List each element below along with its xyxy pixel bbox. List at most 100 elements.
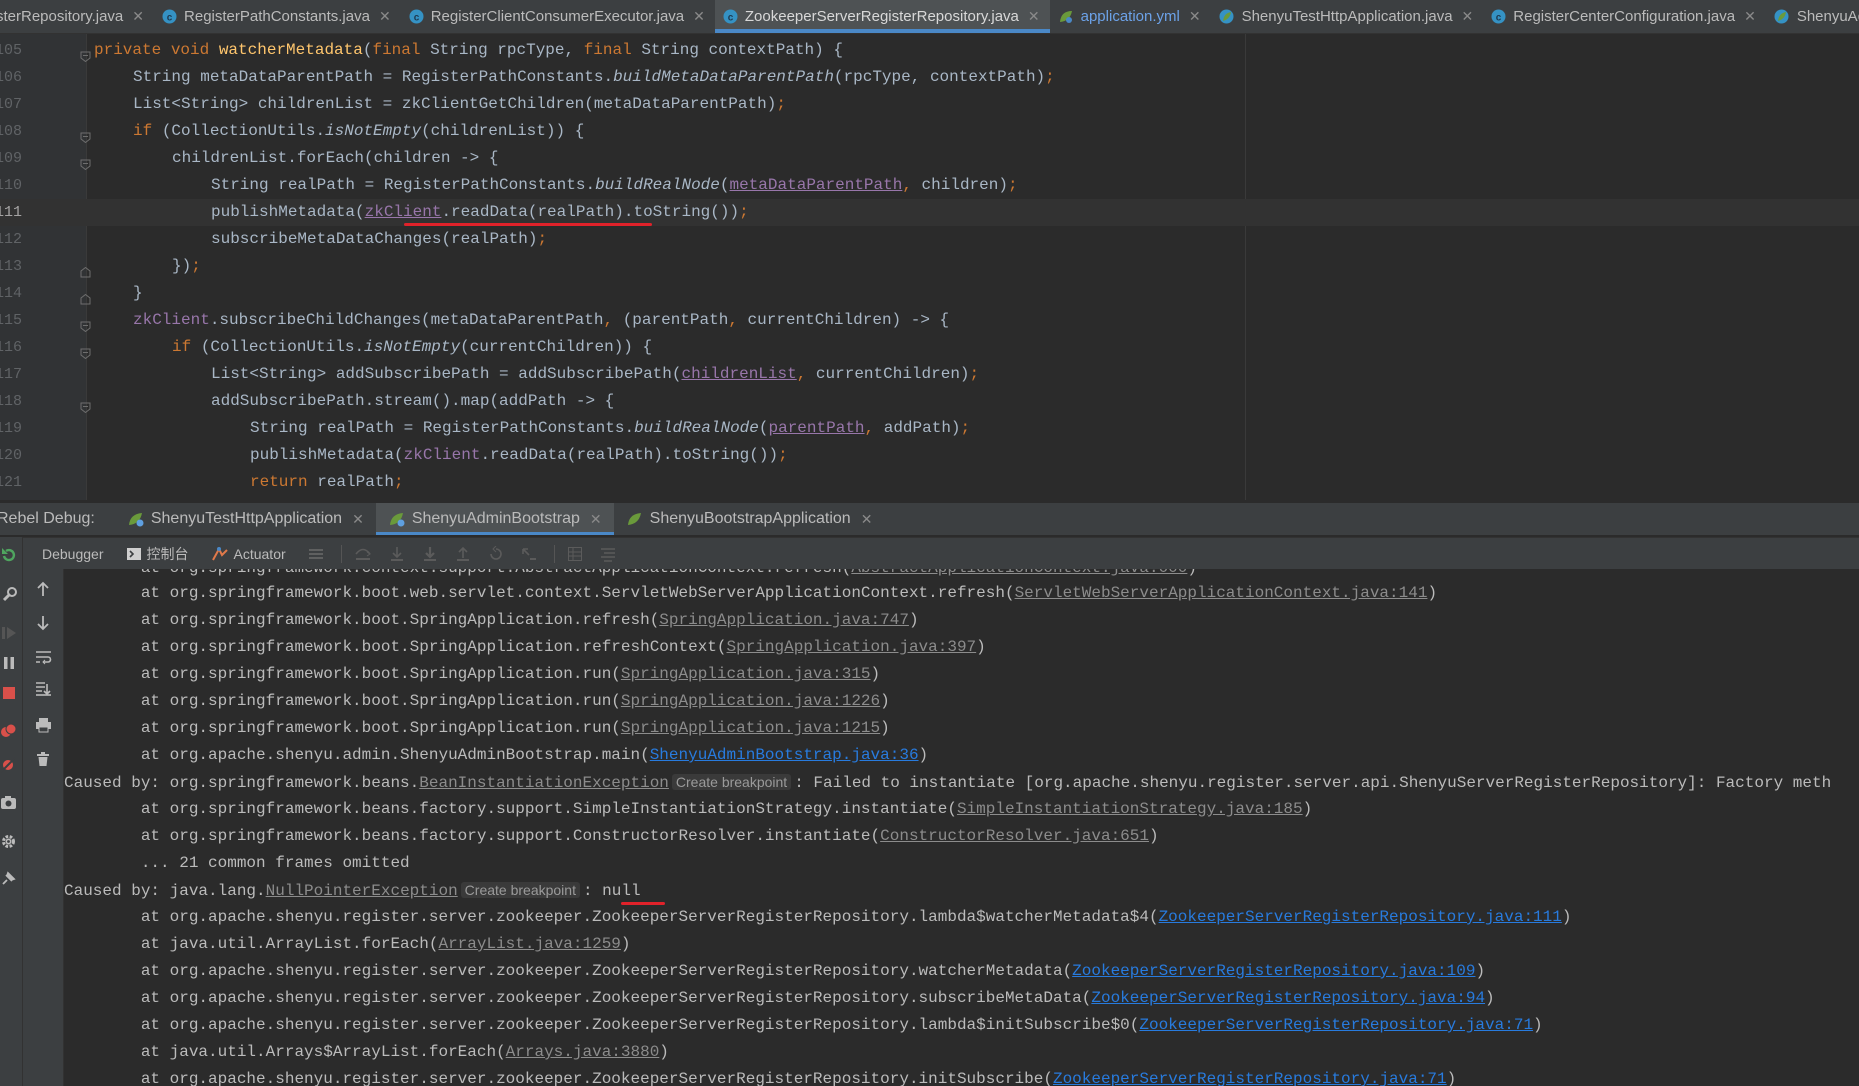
pin-icon[interactable] — [0, 871, 16, 887]
pause-icon[interactable] — [1, 655, 17, 671]
evaluate-expression-icon[interactable] — [567, 546, 583, 562]
rerun-icon[interactable] — [1, 547, 17, 563]
step-out-icon[interactable] — [455, 546, 471, 562]
editor-tab[interactable]: c RegisterPathConstants.java ✕ — [154, 0, 401, 33]
fold-icon[interactable] — [80, 261, 91, 278]
create-breakpoint-button[interactable]: Create breakpoint — [460, 882, 580, 898]
code-line[interactable]: 105 private void watcherMetadata(final S… — [0, 37, 1859, 64]
close-icon[interactable]: ✕ — [861, 511, 873, 528]
menu-icon[interactable] — [308, 547, 324, 561]
code-line[interactable]: 109 childrenList.forEach(children -> { — [0, 145, 1859, 172]
run-to-cursor-icon[interactable] — [521, 546, 537, 562]
close-icon[interactable]: ✕ — [1744, 8, 1756, 25]
code-line[interactable]: 116 if (CollectionUtils.isNotEmpty(curre… — [0, 334, 1859, 361]
editor-tab[interactable]: ShenyuTestHttpApplication.java ✕ — [1211, 0, 1484, 33]
close-icon[interactable]: ✕ — [590, 511, 602, 528]
soft-wrap-icon[interactable] — [35, 649, 52, 665]
source-link[interactable]: ZookeeperServerRegisterRepository.java:9… — [1091, 989, 1485, 1007]
run-config-tab[interactable]: ShenyuTestHttpApplication ✕ — [115, 503, 376, 535]
source-link[interactable]: ConstructorResolver.java:651 — [880, 827, 1149, 845]
wrench-icon[interactable] — [1, 587, 17, 603]
debugger-tab[interactable]: Debugger — [42, 546, 104, 562]
line-number: 107 — [0, 96, 22, 113]
camera-icon[interactable] — [0, 795, 17, 810]
fold-icon[interactable] — [80, 315, 91, 333]
resume-icon[interactable] — [1, 625, 17, 641]
source-link[interactable]: ZookeeperServerRegisterRepository.java:7… — [1053, 1070, 1447, 1086]
source-link[interactable]: ZookeeperServerRegisterRepository.java:7… — [1139, 1016, 1533, 1034]
settings-icon[interactable] — [0, 833, 17, 850]
source-link[interactable]: Arrays.java:3880 — [506, 1043, 660, 1061]
code-line[interactable]: 121 return realPath; — [0, 469, 1859, 496]
drop-frame-icon[interactable] — [488, 545, 504, 562]
code-line[interactable]: 110 String realPath = RegisterPathConsta… — [0, 172, 1859, 199]
source-link[interactable]: SpringApplication.java:747 — [659, 611, 909, 629]
line-number: 110 — [0, 177, 22, 194]
source-link[interactable]: SpringApplication.java:1215 — [621, 719, 880, 737]
editor-tab[interactable]: sterRepository.java ✕ — [0, 0, 154, 33]
source-link[interactable]: SpringApplication.java:397 — [727, 638, 977, 656]
close-icon[interactable]: ✕ — [352, 511, 364, 528]
source-link[interactable]: ShenyuAdminBootstrap.java:36 — [650, 746, 919, 764]
editor-tab-active[interactable]: c ZookeeperServerRegisterRepository.java… — [714, 0, 1050, 33]
trash-icon[interactable] — [35, 751, 51, 767]
code-editor[interactable]: 105 private void watcherMetadata(final S… — [0, 34, 1859, 500]
force-step-into-icon[interactable] — [422, 546, 438, 562]
stop-icon[interactable] — [1, 685, 17, 701]
source-link[interactable]: ZookeeperServerRegisterRepository.java:1… — [1072, 962, 1475, 980]
source-link[interactable]: SpringApplication.java:1226 — [621, 692, 880, 710]
code-line[interactable]: 119 String realPath = RegisterPathConsta… — [0, 415, 1859, 442]
code-line[interactable]: 115 zkClient.subscribeChildChanges(metaD… — [0, 307, 1859, 334]
code-line[interactable]: 113 }); — [0, 253, 1859, 280]
code-line[interactable]: 112 subscribeMetaDataChanges(realPath); — [0, 226, 1859, 253]
exception-class-link[interactable]: NullPointerException — [266, 882, 458, 900]
code-line[interactable]: 117 List<String> addSubscribePath = addS… — [0, 361, 1859, 388]
close-icon[interactable]: ✕ — [379, 8, 391, 25]
code-line[interactable]: 118 addSubscribePath.stream().map(addPat… — [0, 388, 1859, 415]
line-number: 113 — [0, 258, 22, 275]
mute-breakpoints-icon[interactable] — [0, 757, 17, 773]
fold-icon[interactable] — [80, 396, 91, 414]
source-link[interactable]: ZookeeperServerRegisterRepository.java:1… — [1159, 908, 1562, 926]
actuator-tab[interactable]: Actuator — [211, 546, 286, 562]
editor-tab[interactable]: application.yml ✕ — [1050, 0, 1211, 33]
scroll-to-end-icon[interactable] — [35, 681, 51, 697]
arrow-down-icon[interactable] — [35, 615, 51, 631]
trace-icon[interactable] — [600, 546, 616, 562]
code-line[interactable]: 120 publishMetadata(zkClient.readData(re… — [0, 442, 1859, 469]
console-output[interactable]: at org.springframework.context.support.A… — [64, 569, 1859, 1086]
print-icon[interactable] — [35, 717, 52, 733]
fold-icon[interactable] — [80, 45, 91, 63]
close-icon[interactable]: ✕ — [132, 8, 144, 25]
fold-icon[interactable] — [80, 126, 91, 144]
close-icon[interactable]: ✕ — [1462, 8, 1474, 25]
editor-tab[interactable]: ShenyuAdminBootstrap.java — [1766, 0, 1859, 33]
code-line[interactable]: 114 } — [0, 280, 1859, 307]
code-line[interactable]: 107 List<String> childrenList = zkClient… — [0, 91, 1859, 118]
console-tab[interactable]: 控制台 — [126, 544, 189, 564]
source-link[interactable]: SpringApplication.java:315 — [621, 665, 871, 683]
code-text: return realPath; — [250, 473, 404, 491]
view-breakpoints-icon[interactable] — [0, 723, 17, 739]
close-icon[interactable]: ✕ — [693, 8, 705, 25]
exception-class-link[interactable]: BeanInstantiationException — [419, 774, 669, 792]
run-config-tab[interactable]: ShenyuBootstrapApplication ✕ — [614, 503, 885, 535]
step-into-icon[interactable] — [389, 546, 405, 562]
fold-icon[interactable] — [80, 288, 91, 305]
source-link[interactable]: ServletWebServerApplicationContext.java:… — [1015, 584, 1428, 602]
fold-icon[interactable] — [80, 342, 91, 360]
code-line-current[interactable]: 111 publishMetadata(zkClient.readData(re… — [0, 199, 1859, 226]
close-icon[interactable]: ✕ — [1028, 8, 1040, 25]
source-link[interactable]: ArrayList.java:1259 — [438, 935, 620, 953]
close-icon[interactable]: ✕ — [1189, 8, 1201, 25]
code-line[interactable]: 108 if (CollectionUtils.isNotEmpty(child… — [0, 118, 1859, 145]
editor-tab[interactable]: c RegisterCenterConfiguration.java ✕ — [1483, 0, 1766, 33]
arrow-up-icon[interactable] — [35, 581, 51, 597]
step-over-icon[interactable] — [354, 546, 372, 562]
fold-icon[interactable] — [80, 153, 91, 171]
run-config-tab-active[interactable]: ShenyuAdminBootstrap ✕ — [375, 503, 614, 535]
code-line[interactable]: 106 String metaDataParentPath = Register… — [0, 64, 1859, 91]
editor-tab[interactable]: c RegisterClientConsumerExecutor.java ✕ — [401, 0, 715, 33]
create-breakpoint-button[interactable]: Create breakpoint — [671, 774, 792, 790]
source-link[interactable]: SimpleInstantiationStrategy.java:185 — [957, 800, 1303, 818]
